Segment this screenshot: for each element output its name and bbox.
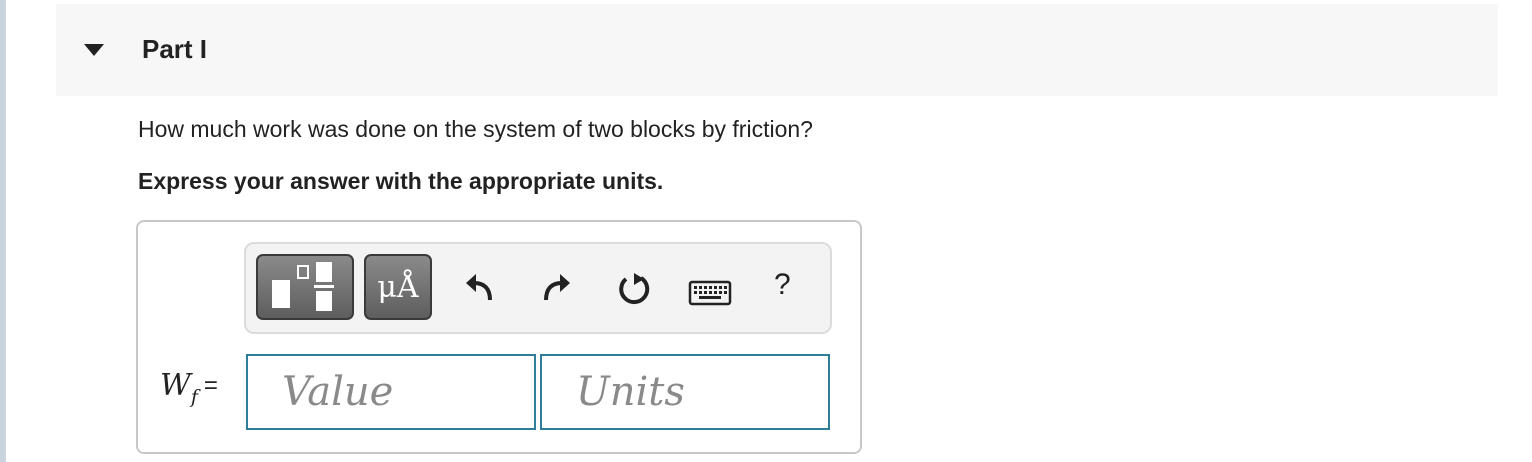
reset-icon — [619, 273, 650, 305]
templates-button[interactable] — [256, 254, 354, 320]
keyboard-icon — [688, 280, 732, 306]
reset-button[interactable] — [614, 270, 654, 310]
equals-sign: = — [203, 372, 218, 399]
value-input[interactable] — [246, 354, 536, 430]
variable-symbol: W — [160, 368, 191, 403]
left-border-rule — [0, 0, 6, 462]
redo-button[interactable] — [538, 270, 574, 306]
part-title: Part I — [142, 34, 208, 64]
variable-subscript: f — [190, 386, 198, 408]
undo-button[interactable] — [462, 270, 498, 306]
units-icon: μÅ — [377, 269, 419, 305]
collapse-caret-icon[interactable] — [82, 42, 106, 58]
templates-icon — [272, 262, 334, 311]
instruction-text: Express your answer with the appropriate… — [138, 168, 664, 194]
units-input[interactable] — [540, 354, 830, 430]
answer-variable-label: Wf = — [160, 368, 218, 408]
redo-icon — [544, 274, 570, 301]
part-header — [56, 4, 1498, 96]
undo-icon — [466, 274, 492, 301]
units-button[interactable]: μÅ — [364, 254, 432, 320]
question-text: How much work was done on the system of … — [138, 116, 813, 142]
keyboard-button[interactable] — [688, 278, 732, 308]
help-icon[interactable]: ? — [774, 268, 791, 302]
